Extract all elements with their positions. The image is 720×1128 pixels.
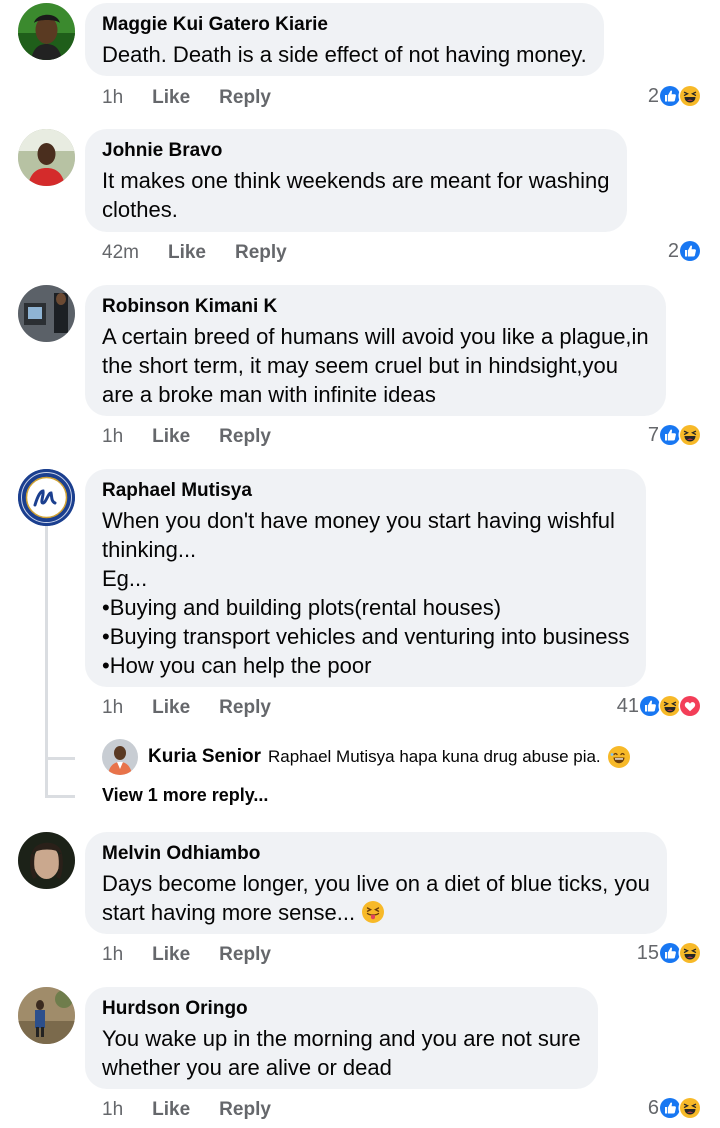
love-icon bbox=[678, 694, 702, 718]
like-button[interactable]: Like bbox=[152, 87, 190, 109]
reply-button[interactable]: Reply bbox=[219, 426, 271, 448]
comment-text-line: Death. Death is a side effect of not hav… bbox=[102, 42, 587, 67]
reply-button[interactable]: Reply bbox=[219, 87, 271, 109]
comment-time[interactable]: 1h bbox=[102, 944, 123, 966]
comment-text-line: When you don't have money you start havi… bbox=[102, 508, 615, 533]
avatar[interactable] bbox=[18, 832, 75, 889]
comment-actions: 1h Like Reply bbox=[102, 423, 271, 451]
comment-text-line: It makes one think weekends are meant fo… bbox=[102, 168, 610, 193]
comment-text-line: A certain breed of humans will avoid you… bbox=[102, 324, 649, 349]
comment-actions: 1h Like Reply bbox=[102, 1096, 271, 1124]
thread-connector bbox=[45, 795, 75, 798]
haha-icon bbox=[678, 1096, 702, 1120]
grinning-sweat-emoji-icon bbox=[607, 745, 631, 769]
comment-actions: 42m Like Reply bbox=[102, 239, 287, 267]
comment-text-line: are a broke man with infinite ideas bbox=[102, 382, 436, 407]
reaction-summary[interactable]: 41 bbox=[617, 692, 702, 720]
comment-author[interactable]: Robinson Kimani K bbox=[102, 296, 649, 318]
comment-time[interactable]: 42m bbox=[102, 242, 139, 264]
comment-actions: 1h Like Reply bbox=[102, 84, 271, 112]
comment-text-line: start having more sense... bbox=[102, 898, 650, 927]
comment-bubble: Hurdson Oringo You wake up in the mornin… bbox=[85, 987, 598, 1089]
comment-text-line: whether you are alive or dead bbox=[102, 1055, 392, 1080]
like-button[interactable]: Like bbox=[152, 944, 190, 966]
comment-text-line: You wake up in the morning and you are n… bbox=[102, 1026, 581, 1051]
like-button[interactable]: Like bbox=[152, 1099, 190, 1121]
reaction-count: 15 bbox=[636, 941, 659, 964]
comment-time[interactable]: 1h bbox=[102, 87, 123, 109]
reaction-summary[interactable]: 2 bbox=[648, 82, 702, 110]
comment-bubble: Robinson Kimani K A certain breed of hum… bbox=[85, 285, 666, 416]
reply-button[interactable]: Reply bbox=[219, 1099, 271, 1121]
view-more-replies-link[interactable]: View 1 more reply... bbox=[102, 785, 268, 806]
squinting-tongue-emoji-icon bbox=[361, 900, 385, 924]
haha-icon bbox=[678, 84, 702, 108]
comment-bubble: Melvin Odhiambo Days become longer, you … bbox=[85, 832, 667, 934]
comment-text-line: thinking... bbox=[102, 537, 197, 562]
comment-text-line: clothes. bbox=[102, 197, 178, 222]
reaction-summary[interactable]: 15 bbox=[637, 939, 702, 967]
reaction-summary[interactable]: 2 bbox=[668, 237, 702, 265]
comment-actions: 1h Like Reply bbox=[102, 941, 271, 969]
haha-icon bbox=[678, 423, 702, 447]
avatar[interactable] bbox=[18, 469, 75, 526]
comment-text-fragment: start having more sense... bbox=[102, 900, 356, 925]
comment-author[interactable]: Hurdson Oringo bbox=[102, 998, 581, 1020]
reaction-summary[interactable]: 7 bbox=[648, 421, 702, 449]
comment-bubble: Raphael Mutisya When you don't have mone… bbox=[85, 469, 647, 687]
comment-author[interactable]: Maggie Kui Gatero Kiarie bbox=[102, 14, 587, 36]
comment-author[interactable]: Raphael Mutisya bbox=[102, 480, 629, 502]
reaction-summary[interactable]: 6 bbox=[648, 1094, 702, 1122]
comment-bubble: Johnie Bravo It makes one think weekends… bbox=[85, 129, 627, 232]
thread-line bbox=[45, 525, 48, 795]
comment-author[interactable]: Johnie Bravo bbox=[102, 140, 610, 162]
comment-text-line: •How you can help the poor bbox=[102, 653, 372, 678]
avatar[interactable] bbox=[18, 987, 75, 1044]
reply-author[interactable]: Kuria Senior bbox=[148, 746, 261, 768]
reply-button[interactable]: Reply bbox=[235, 242, 287, 264]
avatar[interactable] bbox=[102, 739, 138, 775]
comment-time[interactable]: 1h bbox=[102, 697, 123, 719]
reply-button[interactable]: Reply bbox=[219, 697, 271, 719]
haha-icon bbox=[678, 941, 702, 965]
comment-author[interactable]: Melvin Odhiambo bbox=[102, 843, 650, 865]
avatar[interactable] bbox=[18, 3, 75, 60]
reaction-count: 41 bbox=[616, 694, 639, 717]
thread-connector bbox=[45, 757, 75, 760]
like-button[interactable]: Like bbox=[152, 426, 190, 448]
comment-actions: 1h Like Reply bbox=[102, 694, 271, 722]
avatar[interactable] bbox=[18, 285, 75, 342]
comment-time[interactable]: 1h bbox=[102, 1099, 123, 1121]
comment-text-line: •Buying transport vehicles and venturing… bbox=[102, 624, 630, 649]
comment-text-line: Eg... bbox=[102, 566, 148, 591]
comment-time[interactable]: 1h bbox=[102, 426, 123, 448]
reply-text: Raphael Mutisya hapa kuna drug abuse pia… bbox=[267, 747, 601, 766]
reply-button[interactable]: Reply bbox=[219, 944, 271, 966]
comment-text-line: Days become longer, you live on a diet o… bbox=[102, 871, 650, 896]
like-button[interactable]: Like bbox=[152, 697, 190, 719]
comment-bubble: Maggie Kui Gatero Kiarie Death. Death is… bbox=[85, 3, 604, 76]
avatar[interactable] bbox=[18, 129, 75, 186]
comment-text-line: the short term, it may seem cruel but in… bbox=[102, 353, 619, 378]
like-button[interactable]: Like bbox=[168, 242, 206, 264]
comment-text-line: •Buying and building plots(rental houses… bbox=[102, 595, 502, 620]
reply-preview[interactable]: Kuria Senior Raphael Mutisya hapa kuna d… bbox=[102, 739, 631, 775]
like-icon bbox=[678, 239, 702, 263]
